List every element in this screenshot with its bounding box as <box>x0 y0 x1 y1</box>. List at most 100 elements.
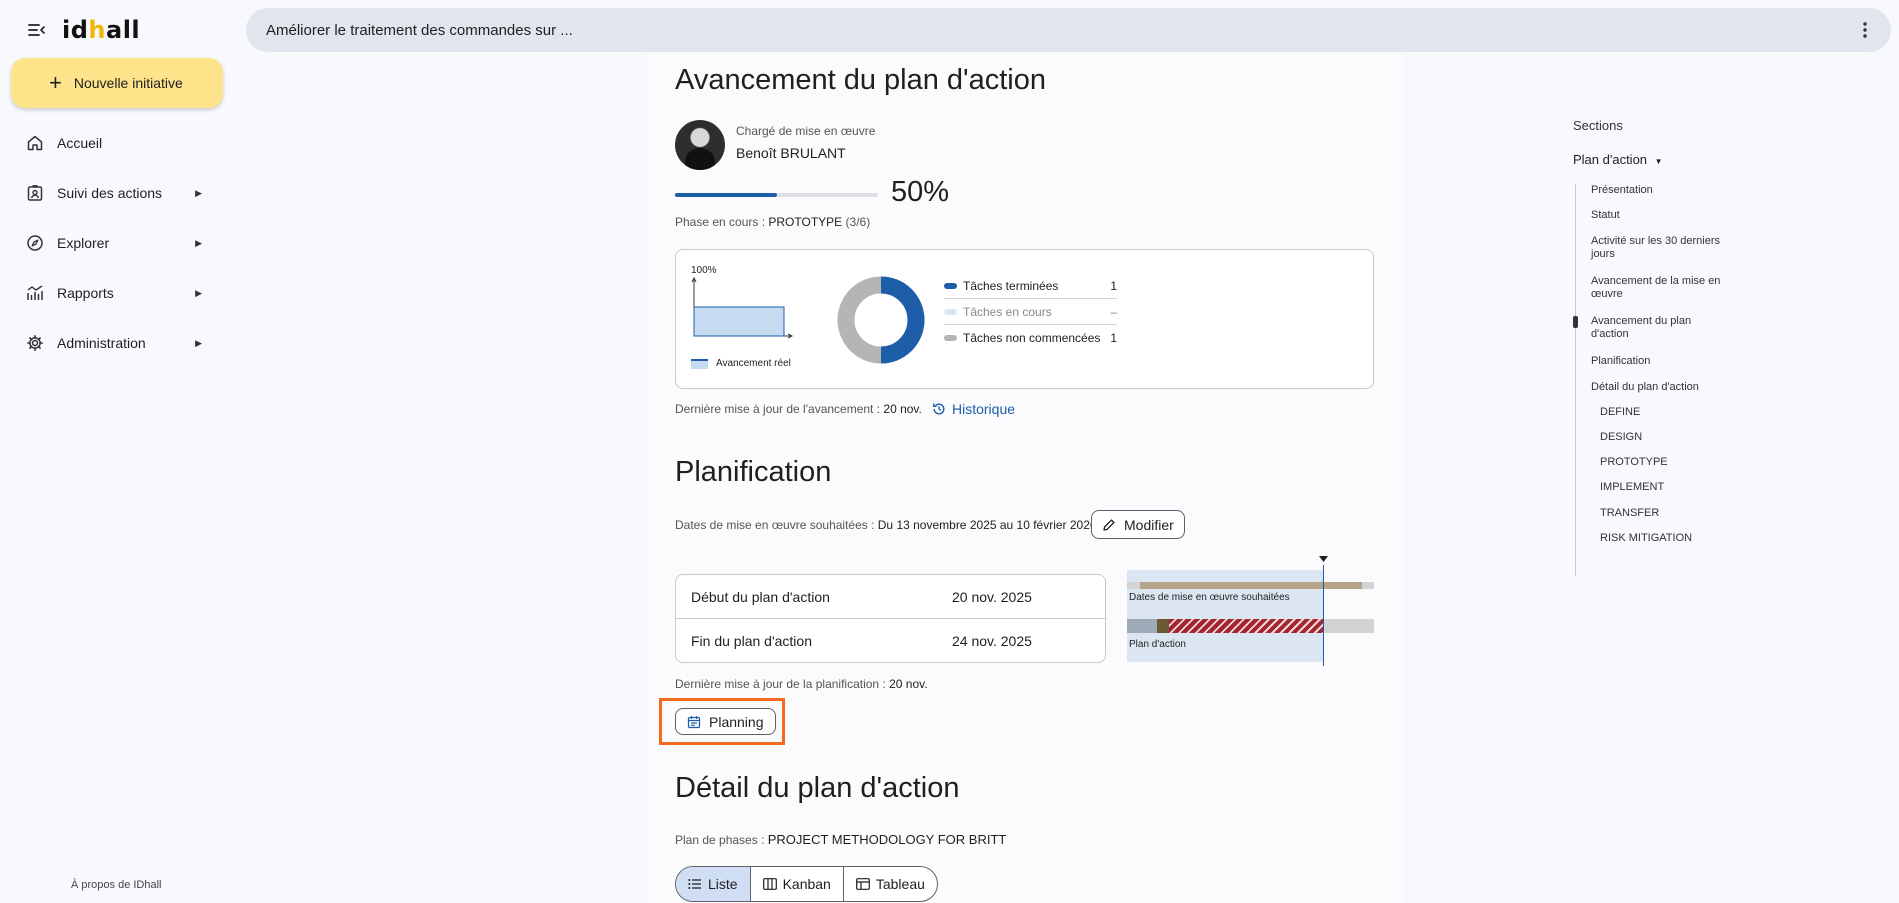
view-liste-button[interactable]: Liste <box>676 867 751 901</box>
idhall-logo[interactable]: idhall <box>62 16 140 44</box>
planification-last-update: Dernière mise à jour de la planification… <box>675 677 928 691</box>
nav-item-accueil[interactable]: Accueil <box>0 118 235 168</box>
kanban-icon <box>762 878 777 890</box>
plan-dates-table: Début du plan d'action 20 nov. 2025 Fin … <box>675 574 1106 663</box>
detail-heading: Détail du plan d'action <box>675 772 960 804</box>
toc-subitem-prototype[interactable]: PROTOTYPE <box>1600 456 1740 469</box>
phase-value: PROTOTYPE <box>768 215 843 229</box>
view-switcher: Liste Kanban Tableau <box>675 866 938 902</box>
calendar-icon <box>687 715 701 728</box>
caret-right-icon: ▶ <box>195 237 202 248</box>
caret-right-icon: ▶ <box>195 187 202 198</box>
progress-fill <box>675 193 777 197</box>
nav-item-explorer[interactable]: Explorer ▶ <box>0 218 235 268</box>
legend-row-terminees: Tâches terminées 1 <box>944 273 1117 299</box>
gantt-label-desired: Dates de mise en œuvre souhaitées <box>1129 592 1290 603</box>
main-content: Avancement du plan d'action Chargé de mi… <box>647 54 1403 903</box>
gear-icon <box>24 332 46 354</box>
desired-dates-value: Du 13 novembre 2025 au 10 février 2026 <box>877 518 1097 532</box>
toc-subitem-design[interactable]: DESIGN <box>1600 431 1740 444</box>
row-value: 24 nov. 2025 <box>952 633 1032 649</box>
history-link[interactable]: Historique <box>932 401 1015 417</box>
nav-item-administration[interactable]: Administration ▶ <box>0 318 235 368</box>
desired-dates-line: Dates de mise en œuvre souhaitées : Du 1… <box>675 518 1097 532</box>
clipboard-user-icon <box>24 182 46 204</box>
sections-plan-dropdown[interactable]: Plan d'action ▼ <box>1573 152 1663 167</box>
modify-button[interactable]: Modifier <box>1091 510 1185 539</box>
legend-value: 1 <box>1110 331 1117 345</box>
more-options-icon[interactable] <box>1855 20 1875 40</box>
progress-area-chart <box>691 277 793 339</box>
avancement-heading: Avancement du plan d'action <box>675 64 1046 96</box>
legend-value: 1 <box>1110 278 1117 293</box>
view-label: Tableau <box>875 876 925 892</box>
avancement-last-update: Dernière mise à jour de l'avancement : 2… <box>675 402 922 416</box>
chart-legend-swatch <box>691 359 708 369</box>
nav-item-rapports[interactable]: Rapports ▶ <box>0 268 235 318</box>
phase-line: Phase en cours : PROTOTYPE (3/6) <box>675 215 870 229</box>
gantt-label-plan: Plan d'action <box>1129 639 1186 650</box>
row-value: 20 nov. 2025 <box>952 588 1032 605</box>
last-update-value: 20 nov. <box>889 677 928 691</box>
table-row: Début du plan d'action 20 nov. 2025 <box>676 575 1105 619</box>
history-icon <box>933 403 945 415</box>
gantt-today-line <box>1323 565 1324 666</box>
legend-label: Tâches en cours <box>963 304 1052 319</box>
list-icon <box>688 879 701 889</box>
nav-item-suivi-des-actions[interactable]: Suivi des actions ▶ <box>0 168 235 218</box>
progress-card: 100% Avancement réel Tâches terminées 1 <box>675 249 1374 389</box>
collapse-menu-icon[interactable] <box>26 19 48 41</box>
toc-subitem-transfer[interactable]: TRANSFER <box>1600 507 1740 520</box>
nav-item-label: Rapports <box>57 285 114 301</box>
about-link[interactable]: À propos de IDhall <box>71 879 162 891</box>
view-tableau-button[interactable]: Tableau <box>844 867 937 901</box>
planification-heading: Planification <box>675 456 832 488</box>
owner-label: Chargé de mise en œuvre <box>736 124 876 138</box>
home-icon <box>24 132 46 154</box>
caret-down-icon: ▼ <box>1654 157 1663 166</box>
sections-plan-label: Plan d'action <box>1573 152 1648 167</box>
sidebar-header: idhall <box>26 16 140 44</box>
nav-item-label: Explorer <box>57 235 110 251</box>
last-update-label: Dernière mise à jour de la planification… <box>675 677 890 691</box>
sections-nav: Sections Plan d'action ▼ Présentation St… <box>1573 118 1773 576</box>
toc-item-avancement-mise-en-oeuvre[interactable]: Avancement de la mise en œuvre <box>1591 275 1731 301</box>
toc-item-presentation[interactable]: Présentation <box>1591 184 1731 197</box>
initiative-title: Améliorer le traitement des commandes su… <box>266 21 573 39</box>
sections-toc: Présentation Statut Activité sur les 30 … <box>1573 184 1735 576</box>
view-kanban-button[interactable]: Kanban <box>751 867 844 901</box>
row-label: Fin du plan d'action <box>691 633 812 649</box>
new-initiative-button[interactable]: + Nouvelle initiative <box>11 58 223 108</box>
toc-item-activite[interactable]: Activité sur les 30 derniers jours <box>1591 235 1731 261</box>
phases-plan-line: Plan de phases : PROJECT METHODOLOGY FOR… <box>675 832 1006 847</box>
toc-item-avancement-plan[interactable]: Avancement du plan d'action <box>1591 315 1731 341</box>
toc-item-statut[interactable]: Statut <box>1591 209 1731 222</box>
toc-item-planification[interactable]: Planification <box>1591 355 1731 368</box>
toc-subitem-define[interactable]: DEFINE <box>1600 406 1740 419</box>
history-label: Historique <box>952 401 1016 417</box>
planning-label: Planning <box>709 713 764 730</box>
table-row: Fin du plan d'action 24 nov. 2025 <box>676 619 1105 663</box>
tasks-donut-chart <box>837 276 925 364</box>
planning-button[interactable]: Planning <box>675 708 776 735</box>
main-nav: Accueil Suivi des actions ▶ Explorer ▶ R… <box>0 118 235 368</box>
legend-row-non-commencees: Tâches non commencées 1 <box>944 325 1117 351</box>
plus-icon: + <box>49 70 62 95</box>
desired-dates-label: Dates de mise en œuvre souhaitées : <box>675 518 878 532</box>
today-marker-icon <box>1319 556 1328 562</box>
view-label: Liste <box>708 876 738 892</box>
gantt-elapsed-bar <box>1127 619 1157 633</box>
toc-subitem-risk-mitigation[interactable]: RISK MITIGATION <box>1600 532 1740 545</box>
row-label: Début du plan d'action <box>691 588 830 605</box>
legend-dot <box>944 308 957 315</box>
caret-right-icon: ▶ <box>195 287 202 298</box>
toc-subitem-implement[interactable]: IMPLEMENT <box>1600 481 1740 494</box>
nav-item-label: Suivi des actions <box>57 185 163 201</box>
gantt-desired-bar <box>1140 582 1362 589</box>
legend-row-en-cours: Tâches en cours – <box>944 299 1117 325</box>
phase-count: (3/6) <box>845 215 871 229</box>
chart-icon <box>24 282 46 304</box>
nav-item-label: Accueil <box>57 135 103 151</box>
sections-title: Sections <box>1573 118 1623 133</box>
toc-item-detail-plan[interactable]: Détail du plan d'action <box>1591 381 1731 394</box>
